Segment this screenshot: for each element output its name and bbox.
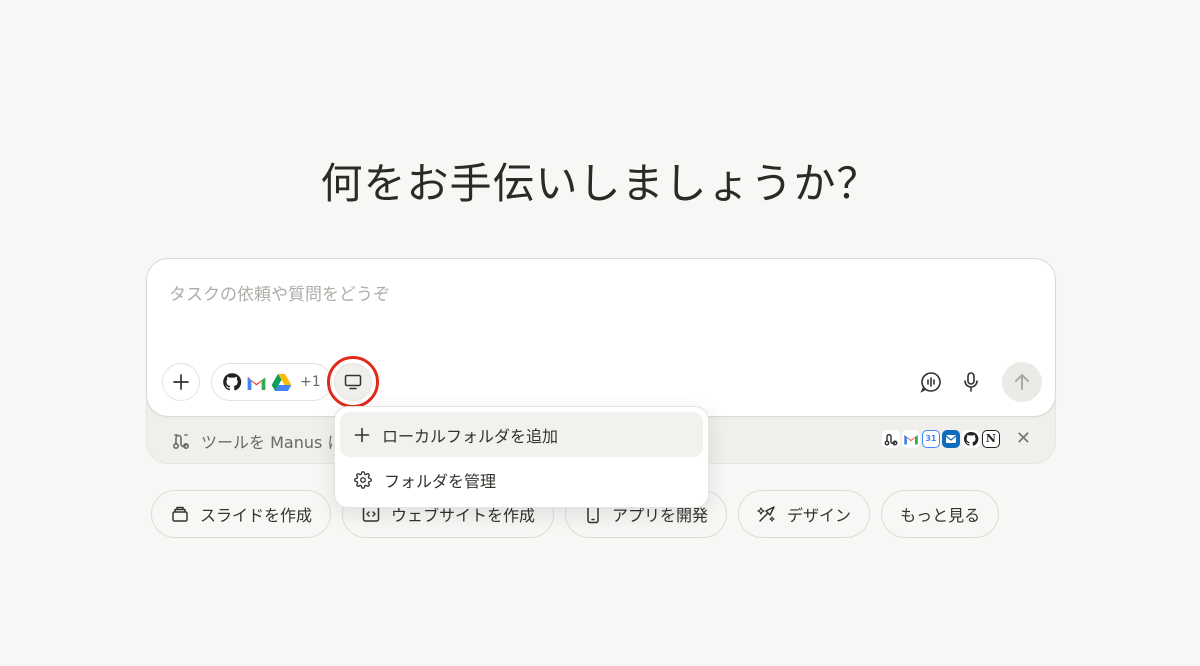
chip-label: もっと見る: [900, 506, 981, 525]
chip-create-slides[interactable]: スライドを作成: [151, 490, 332, 538]
monitor-icon: [344, 374, 362, 390]
google-drive-icon: [271, 373, 292, 391]
task-composer: +1: [146, 258, 1056, 417]
microphone-button[interactable]: [956, 367, 986, 397]
voice-chat-button[interactable]: [916, 367, 946, 397]
design-icon: [757, 504, 777, 524]
notion-icon: N: [981, 429, 1000, 448]
outlook-icon: [941, 429, 960, 448]
chip-see-more[interactable]: もっと見る: [881, 490, 1000, 538]
calendar-icon: 31: [921, 429, 940, 448]
connectors-button[interactable]: +1: [211, 363, 332, 401]
computer-menu: ローカルフォルダを追加 フォルダを管理: [334, 406, 709, 508]
github-icon: [961, 429, 980, 448]
menu-item-label: フォルダを管理: [384, 471, 497, 491]
gmail-icon: [901, 429, 920, 448]
menu-item-manage-folders[interactable]: フォルダを管理: [340, 457, 703, 502]
connectors-more-count: +1: [300, 374, 321, 390]
menu-item-label: ローカルフォルダを追加: [382, 426, 559, 446]
gear-icon: [354, 470, 372, 489]
tools-bar-link[interactable]: ツールを Manus に: [171, 429, 343, 453]
github-icon: [222, 372, 242, 392]
menu-item-add-local-folder[interactable]: ローカルフォルダを追加: [340, 412, 703, 457]
tools-bar-label: ツールを Manus に: [201, 433, 344, 452]
flow-icon: [881, 429, 900, 448]
chip-label: デザイン: [787, 506, 852, 525]
microphone-icon: [962, 371, 980, 393]
plus-icon: [354, 427, 370, 443]
slides-icon: [170, 504, 190, 524]
plus-icon: [172, 373, 190, 391]
computer-button[interactable]: [334, 363, 372, 401]
voice-chat-icon: [920, 371, 942, 393]
chip-design[interactable]: デザイン: [738, 490, 871, 538]
tools-icon: [171, 431, 191, 451]
send-button[interactable]: [1002, 362, 1042, 402]
add-button[interactable]: [162, 363, 200, 401]
task-input[interactable]: [167, 279, 1031, 311]
connected-tools[interactable]: 31 N ✕: [881, 428, 1031, 449]
gmail-icon: [246, 374, 267, 390]
close-icon[interactable]: ✕: [1016, 428, 1031, 449]
arrow-up-icon: [1014, 373, 1030, 391]
page-title: 何をお手伝いしましょうか？: [320, 159, 880, 208]
chip-label: スライドを作成: [200, 506, 313, 525]
